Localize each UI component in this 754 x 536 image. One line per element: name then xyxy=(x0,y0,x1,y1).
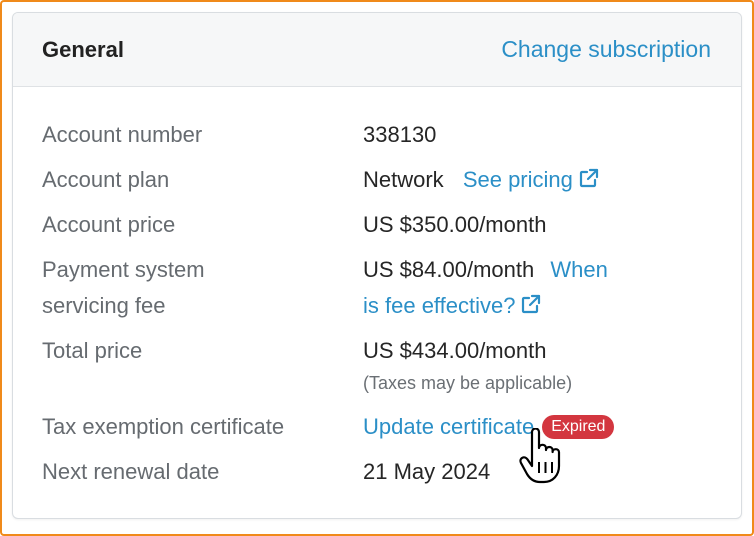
account-plan-value: Network xyxy=(363,167,444,192)
servicing-fee-value: US $84.00/month xyxy=(363,257,535,282)
renewal-date-label: Next renewal date xyxy=(42,459,220,484)
account-plan-label: Account plan xyxy=(42,167,170,192)
account-price-label: Account price xyxy=(42,212,176,237)
card-title: General xyxy=(42,37,124,62)
update-certificate-link[interactable]: Update certificate xyxy=(363,414,534,439)
account-price-value: US $350.00/month xyxy=(363,212,547,237)
see-pricing-label: See pricing xyxy=(462,167,573,192)
tax-note: (Taxes may be applicable) xyxy=(363,373,573,393)
servicing-fee-label-line1: Payment system xyxy=(42,257,205,282)
servicing-fee-label-line2: servicing fee xyxy=(42,293,166,318)
total-price-label: Total price xyxy=(42,338,143,363)
card-header: General Change subscription xyxy=(13,13,741,87)
hand-pointer-icon xyxy=(519,428,561,484)
external-link-icon xyxy=(522,294,541,314)
tax-exemption-value-row: Update certificate Expired xyxy=(363,409,615,445)
account-number-value: 338130 xyxy=(363,122,437,147)
account-number-label: Account number xyxy=(42,122,203,147)
total-price-value: US $434.00/month xyxy=(363,338,547,363)
renewal-date-value: 21 May 2024 xyxy=(363,459,491,484)
account-plan-value-row: Network See pricing xyxy=(363,162,601,198)
fee-effective-link-row: is fee effective? xyxy=(363,288,543,324)
fee-effective-link[interactable]: is fee effective? xyxy=(363,293,543,318)
general-card: General Change subscription Account numb… xyxy=(12,12,742,519)
fee-effective-link-line2: is fee effective? xyxy=(363,293,516,318)
external-link-icon xyxy=(579,168,598,188)
fee-effective-link-line1[interactable]: When xyxy=(550,257,607,282)
servicing-fee-value-row: US $84.00/month When xyxy=(363,252,608,288)
change-subscription-link[interactable]: Change subscription xyxy=(501,36,711,63)
tax-exemption-label: Tax exemption certificate xyxy=(42,414,285,439)
see-pricing-link[interactable]: See pricing xyxy=(463,167,601,192)
